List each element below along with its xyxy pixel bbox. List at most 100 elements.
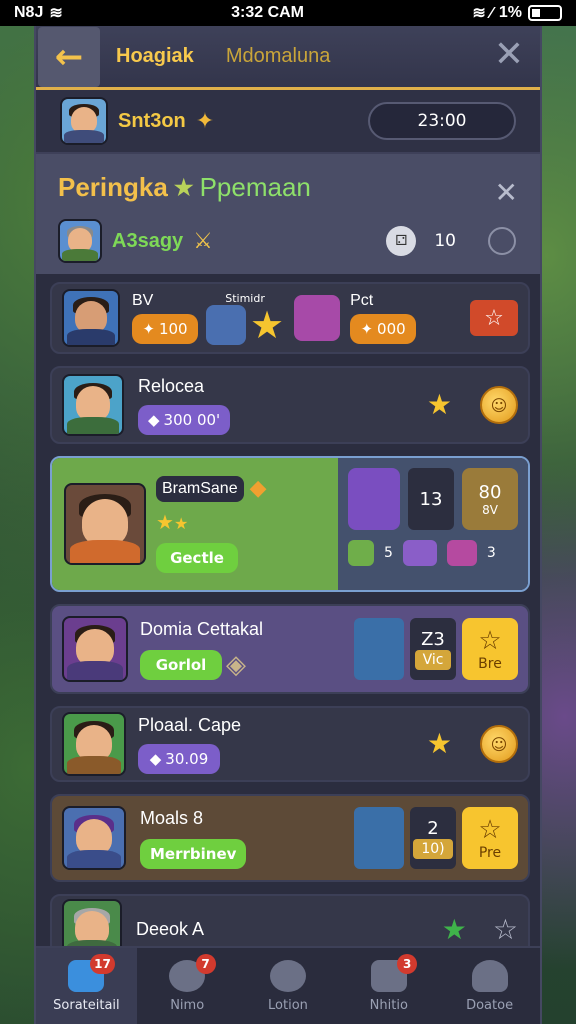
wifi-icon: ≋	[49, 5, 63, 22]
stat-sub: 10)	[413, 838, 453, 859]
sword-badge-icon	[294, 295, 341, 341]
player-name: Snt3on	[118, 109, 186, 132]
list-item[interactable]: Domia Cettakal Gorlol ◈ Z3 Vic ☆ Bre	[50, 604, 530, 694]
coin-icon[interactable]: ☺	[480, 386, 518, 424]
stat-value: 13	[419, 488, 443, 510]
player-score-value: 23:00	[417, 111, 467, 131]
rating-stars: ★★	[156, 509, 189, 534]
close-ranking-icon[interactable]: ✕	[495, 176, 518, 209]
battery-label: 1%	[498, 4, 522, 21]
star-icon: ★	[441, 912, 467, 946]
rank-avatar	[58, 219, 102, 263]
row-value-right: 000	[377, 320, 406, 338]
chat-icon[interactable]	[488, 227, 516, 255]
stat-sub: Vic	[414, 649, 452, 670]
nav-item-profile[interactable]: Doatoe	[439, 948, 540, 1024]
signal-icon: ≋ ⁄	[472, 5, 493, 22]
ranking-header: Peringka ★ Ppemaan ✕ A3sagy ⚔ ⚁ 10	[36, 154, 540, 274]
status-bar: N8J ≋ 3:32 CAM ≋ ⁄ 1%	[0, 0, 576, 26]
player-score: 23:00	[368, 102, 516, 140]
nav-item-clock[interactable]: 7 Nimo	[137, 948, 238, 1024]
bottom-nav: 17 Sorateitail 7 Nimo Lotion 3 Nhitio Do…	[36, 946, 540, 1024]
row-avatar	[62, 289, 120, 347]
dice-icon: ⚁	[386, 226, 417, 256]
row-name: Deeok A	[136, 918, 205, 939]
nav-badge: 3	[397, 954, 418, 974]
back-button[interactable]: ←	[38, 26, 100, 87]
row-action-button[interactable]: Gorlol	[140, 649, 222, 680]
ranking-title: Peringka	[58, 172, 168, 202]
list-item[interactable]: Ploaal. Cape ◆ 30.09 ★ ☺	[50, 706, 530, 782]
close-icon[interactable]: ✕	[494, 37, 524, 73]
row-value-pill-right: ✦ 000	[350, 314, 417, 344]
nav-label: Sorateitail	[53, 997, 120, 1013]
row-action-label: Merrbinev	[150, 844, 237, 863]
back-arrow-icon: ←	[54, 36, 84, 77]
row-avatar	[64, 483, 146, 565]
tab-primary[interactable]: Hoagiak	[100, 45, 210, 68]
hero-avatar-icon	[348, 468, 400, 530]
row-name: BV	[132, 292, 154, 309]
mini-hero-icon	[348, 540, 374, 566]
row-value-pill: ◆ 300 00'	[138, 404, 231, 435]
stat-value: Z3	[421, 628, 445, 650]
player-avatar	[60, 97, 108, 145]
row-name: Domia Cettakal	[140, 618, 264, 639]
ranking-subtitle: Ppemaan	[199, 172, 311, 202]
rank-player-name: A3sagy	[112, 229, 184, 252]
list-item[interactable]: Relocea ◆ 300 00' ★ ☺	[50, 366, 530, 444]
carrier-label: N8J	[14, 4, 44, 21]
row-value: 100	[158, 320, 188, 338]
row-avatar	[62, 806, 126, 870]
stat-tile: 13	[408, 468, 454, 530]
top-header: ← Hoagiak Mdomaluna ✕	[36, 26, 540, 90]
row-value: 300 00'	[163, 410, 221, 429]
row-value-pill: ✦ 100	[132, 314, 198, 344]
row-action-label: Gectle	[170, 548, 224, 567]
favorite-button[interactable]: ☆	[470, 300, 518, 336]
list-item[interactable]: Moals 8 Merrbinev 2 10) ☆ Pre	[50, 794, 530, 882]
mini-hero-icon	[446, 540, 477, 566]
row-action-button[interactable]: Merrbinev	[140, 838, 247, 869]
nav-item-speed[interactable]: Lotion	[238, 948, 339, 1024]
gem-icon: ◆	[249, 476, 267, 501]
stat-tile: Z3 Vic	[410, 618, 456, 680]
reward-label: Bre	[478, 656, 502, 672]
reward-value: 80	[478, 481, 502, 503]
nav-item-home[interactable]: 17 Sorateitail	[36, 948, 137, 1024]
nav-label: Lotion	[268, 997, 308, 1013]
sword-icon: ⚔	[193, 228, 213, 254]
speed-icon	[269, 959, 306, 992]
reward-tile[interactable]: ☆ Pre	[462, 807, 518, 869]
trophy-icon: ✦	[195, 108, 215, 134]
nav-item-dice[interactable]: 3 Nhitio	[338, 948, 439, 1024]
star-icon: ★	[426, 388, 452, 421]
row-action-button[interactable]: Gectle	[156, 542, 238, 573]
stat-tile: 2 10)	[410, 807, 456, 869]
row-value-pill: ◆ 30.09	[138, 743, 220, 774]
shield-icon: ◈	[226, 649, 246, 680]
player-strip: Snt3on ✦ 23:00	[36, 90, 540, 154]
row-value: 30.09	[165, 749, 209, 768]
tab-secondary[interactable]: Mdomaluna	[210, 45, 347, 68]
favorite-star-icon[interactable]: ☆	[493, 913, 518, 946]
hero-icon	[206, 304, 246, 345]
reward-tile[interactable]: ☆ Bre	[462, 618, 518, 680]
reward-sub: 8V	[482, 502, 498, 517]
star-icon: ☆	[478, 626, 502, 656]
list-item[interactable]: BV ✦ 100 Stimidr ★ Pct ✦ 000 ☆	[50, 282, 530, 354]
profile-icon	[471, 959, 508, 992]
list-item-highlighted[interactable]: BramSane ◆ ★★ Gectle 13 80 8V 5 3	[50, 456, 530, 592]
leaderboard-panel: ← Hoagiak Mdomaluna ✕ Snt3on ✦ 23:00 Per…	[34, 26, 542, 1024]
mini-hero-icon	[402, 540, 437, 566]
star-icon: ★	[250, 302, 285, 347]
ranking-list: BV ✦ 100 Stimidr ★ Pct ✦ 000 ☆ Relocea ◆…	[50, 282, 530, 976]
coin-icon[interactable]: ☺	[480, 725, 518, 763]
battery-icon	[527, 5, 562, 21]
hero-avatar-icon	[354, 807, 404, 869]
row-name: Moals 8	[140, 807, 204, 828]
row-name: Ploaal. Cape	[138, 714, 242, 735]
row-avatar	[62, 616, 128, 682]
stat-value: 2	[427, 817, 439, 839]
nav-badge: 7	[195, 954, 216, 974]
